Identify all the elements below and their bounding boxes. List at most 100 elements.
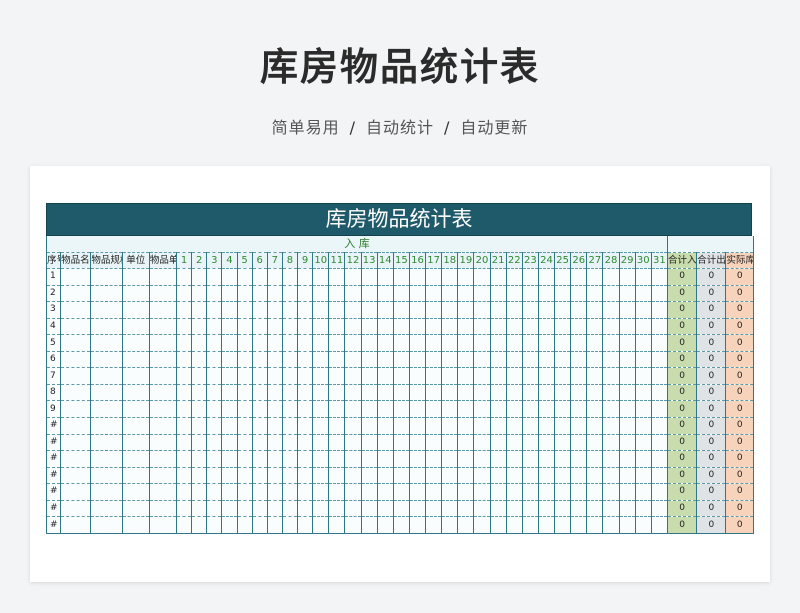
cell-day-quantity[interactable] [554,268,572,286]
cell-day-quantity[interactable] [457,334,475,352]
cell-day-quantity[interactable] [236,400,253,419]
cell-day-quantity[interactable] [312,384,330,402]
cell-day-quantity[interactable] [297,516,314,534]
cell-day-quantity[interactable] [554,285,572,303]
cell-day-quantity[interactable] [554,334,572,352]
cell-day-quantity[interactable] [537,285,556,303]
cell-day-quantity[interactable] [602,467,620,485]
cell-day-quantity[interactable] [505,400,523,419]
cell-day-quantity[interactable] [618,516,636,534]
cell-day-quantity[interactable] [570,268,588,286]
cell-day-quantity[interactable] [344,367,362,385]
cell-day-quantity[interactable] [554,417,572,435]
cell-item-spec[interactable] [90,301,123,319]
cell-day-quantity[interactable] [618,384,636,402]
cell-day-quantity[interactable] [236,367,253,385]
cell-day-quantity[interactable] [344,351,362,369]
cell-day-quantity[interactable] [236,351,253,369]
cell-day-quantity[interactable] [408,351,427,369]
cell-day-quantity[interactable] [221,467,238,485]
cell-day-quantity[interactable] [236,384,253,402]
cell-day-quantity[interactable] [191,268,208,286]
cell-day-quantity[interactable] [206,367,223,385]
cell-day-quantity[interactable] [251,318,268,336]
cell-day-quantity[interactable] [206,285,223,303]
cell-day-quantity[interactable] [281,334,299,352]
cell-day-quantity[interactable] [425,268,443,286]
cell-day-quantity[interactable] [392,334,410,352]
cell-day-quantity[interactable] [473,450,491,468]
cell-day-quantity[interactable] [191,500,208,518]
cell-day-quantity[interactable] [505,268,523,286]
cell-day-quantity[interactable] [554,467,572,485]
cell-day-quantity[interactable] [392,434,410,452]
cell-day-quantity[interactable] [206,334,223,352]
cell-day-quantity[interactable] [570,516,588,534]
cell-day-quantity[interactable] [328,384,346,402]
cell-day-quantity[interactable] [221,434,238,452]
cell-day-quantity[interactable] [457,434,475,452]
cell-day-quantity[interactable] [344,467,362,485]
cell-day-quantity[interactable] [457,318,475,336]
cell-day-quantity[interactable] [236,500,253,518]
cell-day-quantity[interactable] [266,450,283,468]
cell-item-spec[interactable] [90,450,123,468]
cell-day-quantity[interactable] [586,417,604,435]
cell-unit-price[interactable] [148,268,178,286]
cell-day-quantity[interactable] [586,351,604,369]
cell-day-quantity[interactable] [328,434,346,452]
cell-day-quantity[interactable] [537,434,556,452]
cell-day-quantity[interactable] [176,450,193,468]
cell-day-quantity[interactable] [537,318,556,336]
cell-day-quantity[interactable] [221,417,238,435]
cell-day-quantity[interactable] [473,467,491,485]
cell-day-quantity[interactable] [221,334,238,352]
cell-day-quantity[interactable] [376,516,394,534]
cell-day-quantity[interactable] [328,500,346,518]
cell-item-name[interactable] [60,367,92,385]
cell-unit-price[interactable] [148,318,178,336]
cell-day-quantity[interactable] [650,400,668,419]
cell-day-quantity[interactable] [328,318,346,336]
cell-unit[interactable] [121,268,150,286]
cell-day-quantity[interactable] [489,434,507,452]
cell-day-quantity[interactable] [586,400,604,419]
cell-day-quantity[interactable] [521,483,539,501]
cell-day-quantity[interactable] [281,301,299,319]
cell-day-quantity[interactable] [554,483,572,501]
cell-day-quantity[interactable] [297,384,314,402]
cell-day-quantity[interactable] [206,318,223,336]
cell-day-quantity[interactable] [489,417,507,435]
cell-day-quantity[interactable] [537,483,556,501]
cell-day-quantity[interactable] [457,467,475,485]
cell-day-quantity[interactable] [570,367,588,385]
cell-day-quantity[interactable] [251,434,268,452]
cell-day-quantity[interactable] [297,483,314,501]
cell-day-quantity[interactable] [344,417,362,435]
cell-day-quantity[interactable] [618,318,636,336]
cell-day-quantity[interactable] [344,285,362,303]
cell-day-quantity[interactable] [473,334,491,352]
cell-day-quantity[interactable] [221,500,238,518]
cell-unit-price[interactable] [148,384,178,402]
cell-day-quantity[interactable] [650,483,668,501]
cell-day-quantity[interactable] [392,268,410,286]
cell-day-quantity[interactable] [505,334,523,352]
cell-day-quantity[interactable] [505,467,523,485]
cell-unit[interactable] [121,301,150,319]
cell-day-quantity[interactable] [360,417,378,435]
cell-day-quantity[interactable] [236,334,253,352]
cell-day-quantity[interactable] [554,516,572,534]
cell-day-quantity[interactable] [328,400,346,419]
cell-day-quantity[interactable] [457,367,475,385]
cell-day-quantity[interactable] [473,301,491,319]
cell-day-quantity[interactable] [297,467,314,485]
cell-unit[interactable] [121,483,150,501]
cell-day-quantity[interactable] [602,285,620,303]
cell-day-quantity[interactable] [221,301,238,319]
cell-unit[interactable] [121,467,150,485]
cell-day-quantity[interactable] [360,400,378,419]
cell-day-quantity[interactable] [489,516,507,534]
cell-day-quantity[interactable] [360,467,378,485]
cell-day-quantity[interactable] [408,384,427,402]
